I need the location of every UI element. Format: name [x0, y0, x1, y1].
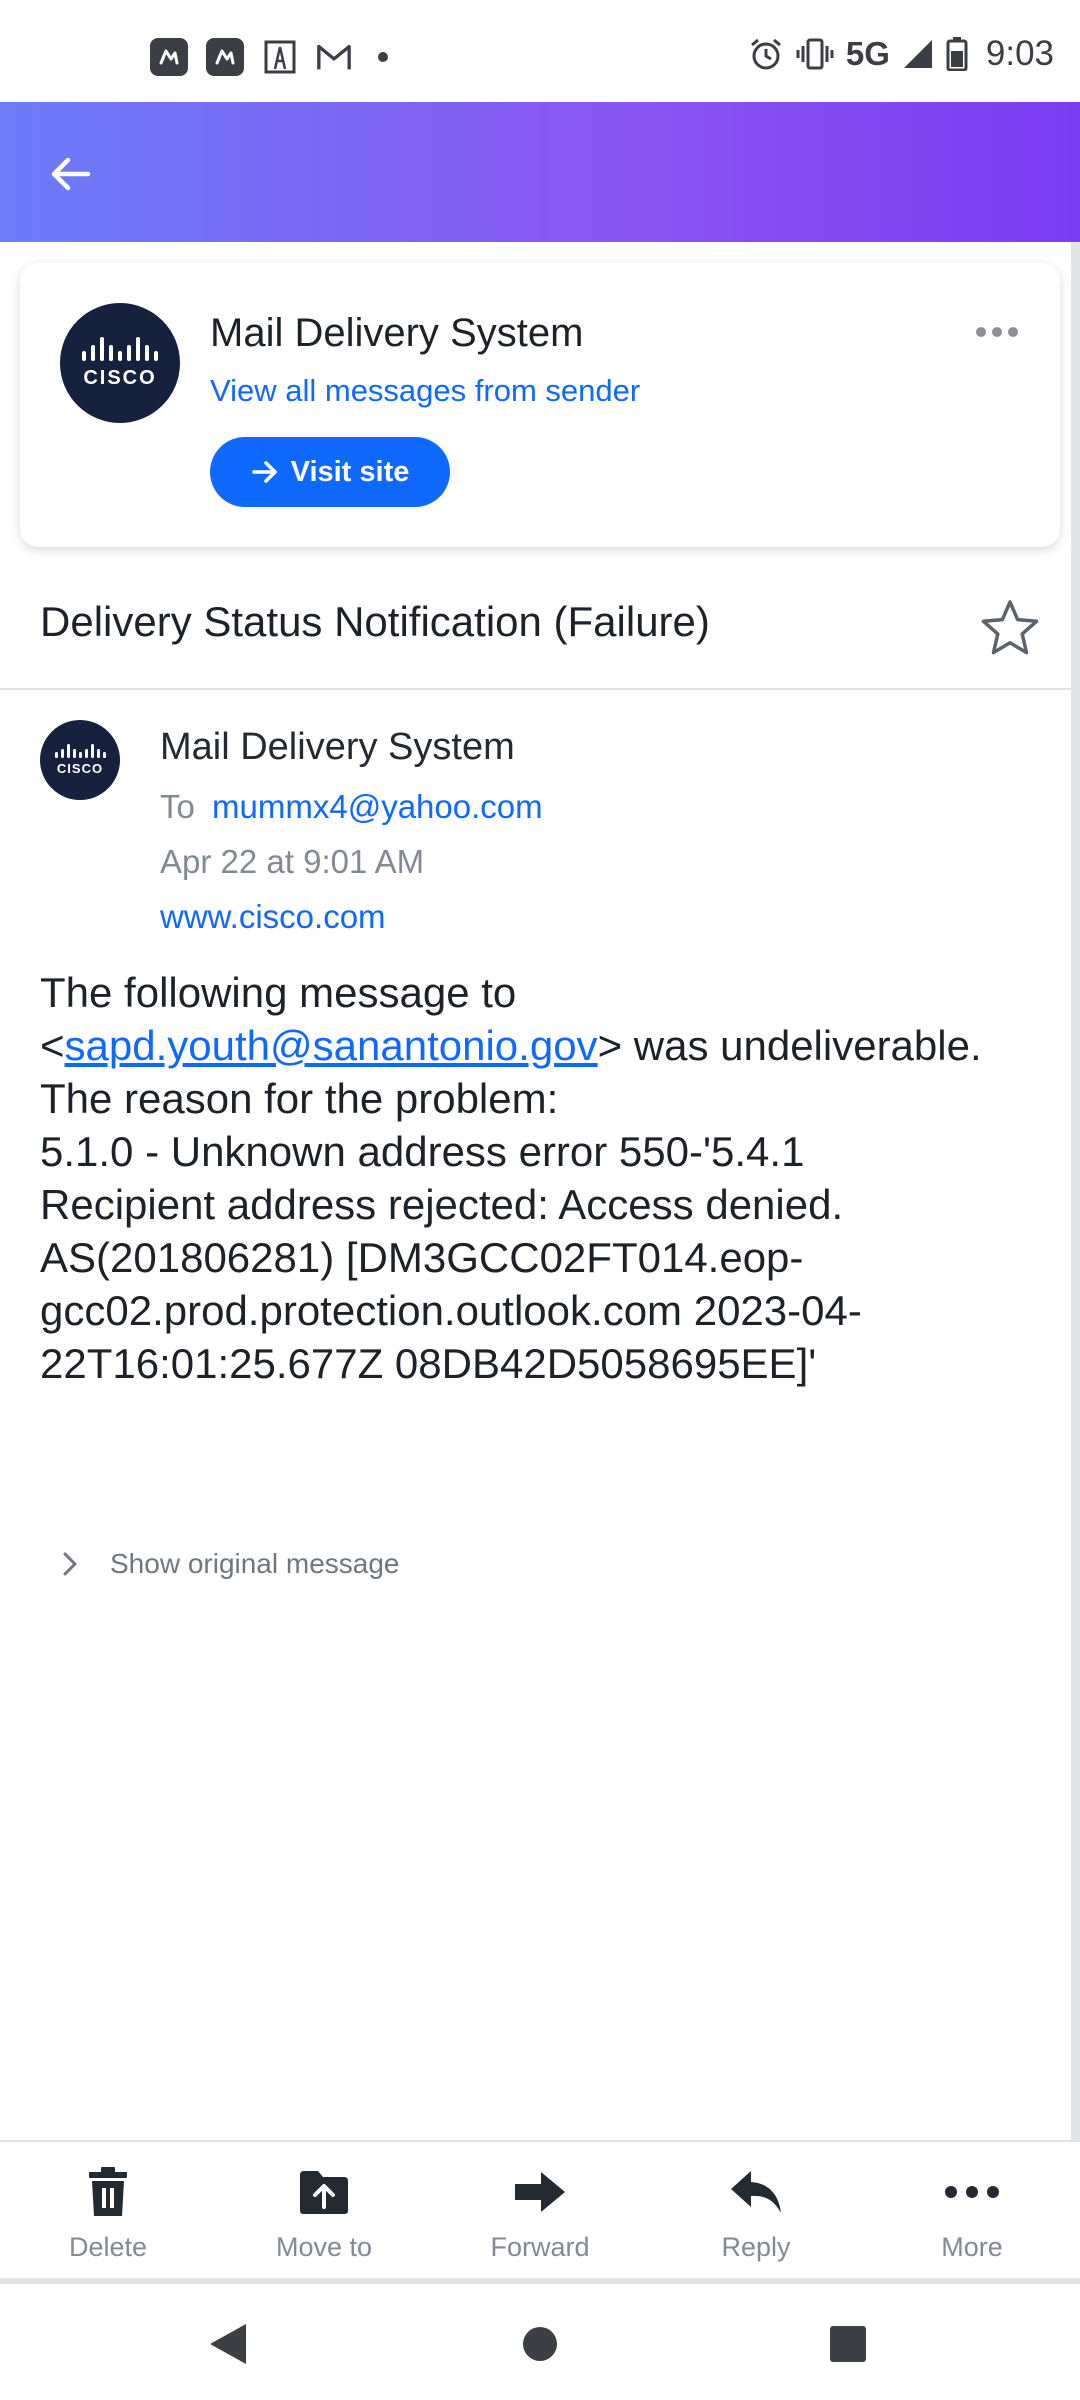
back-button[interactable]: [42, 146, 98, 202]
delete-label: Delete: [68, 2232, 148, 2262]
body-line: AS(201806281) [DM3GCC02FT014.eop-: [40, 1234, 804, 1281]
body-line: 5.1.0 - Unknown address error 550-'5.4.1: [40, 1128, 805, 1175]
back-arrow-icon: [51, 157, 91, 191]
sender-logo: CISCO: [60, 303, 180, 423]
square-recents-icon: [830, 2326, 866, 2362]
body-line: The reason for the problem:: [40, 1075, 559, 1122]
status-bar: 5G 9:03: [0, 0, 1080, 102]
system-status-icons: 5G 9:03: [748, 34, 1054, 74]
move-to-folder-icon: [300, 2171, 348, 2214]
trash-icon: [89, 2167, 127, 2216]
action-toolbar: Delete Move to Forward Reply More: [0, 2142, 1080, 2278]
body-line: The following message to: [40, 969, 517, 1016]
body-text: > was undeliverable.: [597, 1022, 982, 1069]
more-label: More: [941, 2232, 1003, 2262]
battery-icon: [946, 37, 968, 71]
message-date: Apr 22 at 9:01 AM: [160, 843, 425, 880]
system-home-button[interactable]: [510, 2314, 570, 2374]
body-line: <sapd.youth@sanantonio.gov> was undelive…: [40, 1019, 1050, 1072]
move-to-button[interactable]: Move to: [216, 2142, 432, 2278]
arrow-right-icon: [251, 461, 277, 483]
app-notification-icon: [150, 38, 188, 76]
system-back-button[interactable]: [198, 2314, 258, 2374]
circle-home-icon: [523, 2327, 557, 2361]
app-notification-icon: [206, 38, 244, 76]
star-button[interactable]: [978, 596, 1042, 660]
body-text: <: [40, 1022, 65, 1069]
to-address[interactable]: mummx4@yahoo.com: [212, 788, 543, 825]
notification-icons: [150, 38, 388, 76]
reply-button[interactable]: Reply: [648, 2142, 864, 2278]
clock: 9:03: [985, 34, 1054, 73]
view-all-messages-link[interactable]: View all messages from sender: [210, 373, 640, 409]
divider: [0, 688, 1072, 690]
visit-site-button[interactable]: Visit site: [210, 437, 450, 507]
chevron-right-icon: [63, 1552, 77, 1576]
avatar: CISCO: [40, 720, 120, 800]
signal-icon: [903, 40, 932, 68]
move-to-label: Move to: [275, 2232, 373, 2262]
from-name[interactable]: Mail Delivery System: [160, 726, 515, 769]
visit-site-label: Visit site: [290, 455, 410, 488]
system-navigation-bar: [0, 2284, 1080, 2400]
delete-button[interactable]: Delete: [0, 2142, 216, 2278]
system-recents-button[interactable]: [818, 2314, 878, 2374]
reply-arrow-icon: [731, 2171, 781, 2213]
app-header: [0, 102, 1080, 242]
reply-label: Reply: [721, 2232, 791, 2262]
star-icon: [981, 600, 1039, 655]
email-subject: Delivery Status Notification (Failure): [40, 598, 710, 645]
gmail-icon: [316, 38, 352, 76]
to-label: To: [160, 788, 195, 825]
body-line: 22T16:01:25.677Z 08DB42D5058695EE]': [40, 1340, 817, 1387]
more-horizontal-icon[interactable]: [970, 321, 1024, 343]
to-line: To mummx4@yahoo.com: [160, 788, 543, 826]
more-notifications-dot-icon: [378, 52, 388, 62]
more-button[interactable]: More: [864, 2142, 1080, 2278]
sender-card: CISCO Mail Delivery System View all mess…: [20, 263, 1060, 547]
message-body: The following message to <sapd.youth@san…: [40, 966, 1050, 1390]
email-view-screen: 5G 9:03 CISCO Mail Delivery System View …: [0, 0, 1080, 2400]
recipient-email-link[interactable]: sapd.youth@sanantonio.gov: [65, 1022, 598, 1069]
avatar-text: CISCO: [56, 761, 104, 776]
sender-site-link[interactable]: www.cisco.com: [160, 898, 386, 936]
cisco-bars-icon: [82, 336, 158, 361]
alarm-icon: [750, 38, 781, 70]
vibrate-icon: [796, 38, 834, 70]
tower-app-icon: [262, 38, 298, 76]
logo-text: CISCO: [83, 366, 157, 389]
show-original-message-toggle[interactable]: Show original message: [60, 1548, 400, 1580]
body-line: Recipient address rejected: Access denie…: [40, 1181, 844, 1228]
show-original-label: Show original message: [110, 1548, 400, 1579]
body-line: gcc02.prod.protection.outlook.com 2023-0…: [40, 1287, 862, 1334]
more-horizontal-icon: [945, 2186, 999, 2198]
forward-label: Forward: [490, 2232, 590, 2262]
forward-arrow-icon: [515, 2172, 565, 2212]
cisco-bars-icon: [54, 744, 106, 758]
sender-name: Mail Delivery System: [210, 311, 584, 355]
forward-button[interactable]: Forward: [432, 2142, 648, 2278]
scrollbar[interactable]: [1071, 242, 1080, 2140]
network-type: 5G: [845, 35, 890, 72]
triangle-back-icon: [210, 2324, 246, 2364]
